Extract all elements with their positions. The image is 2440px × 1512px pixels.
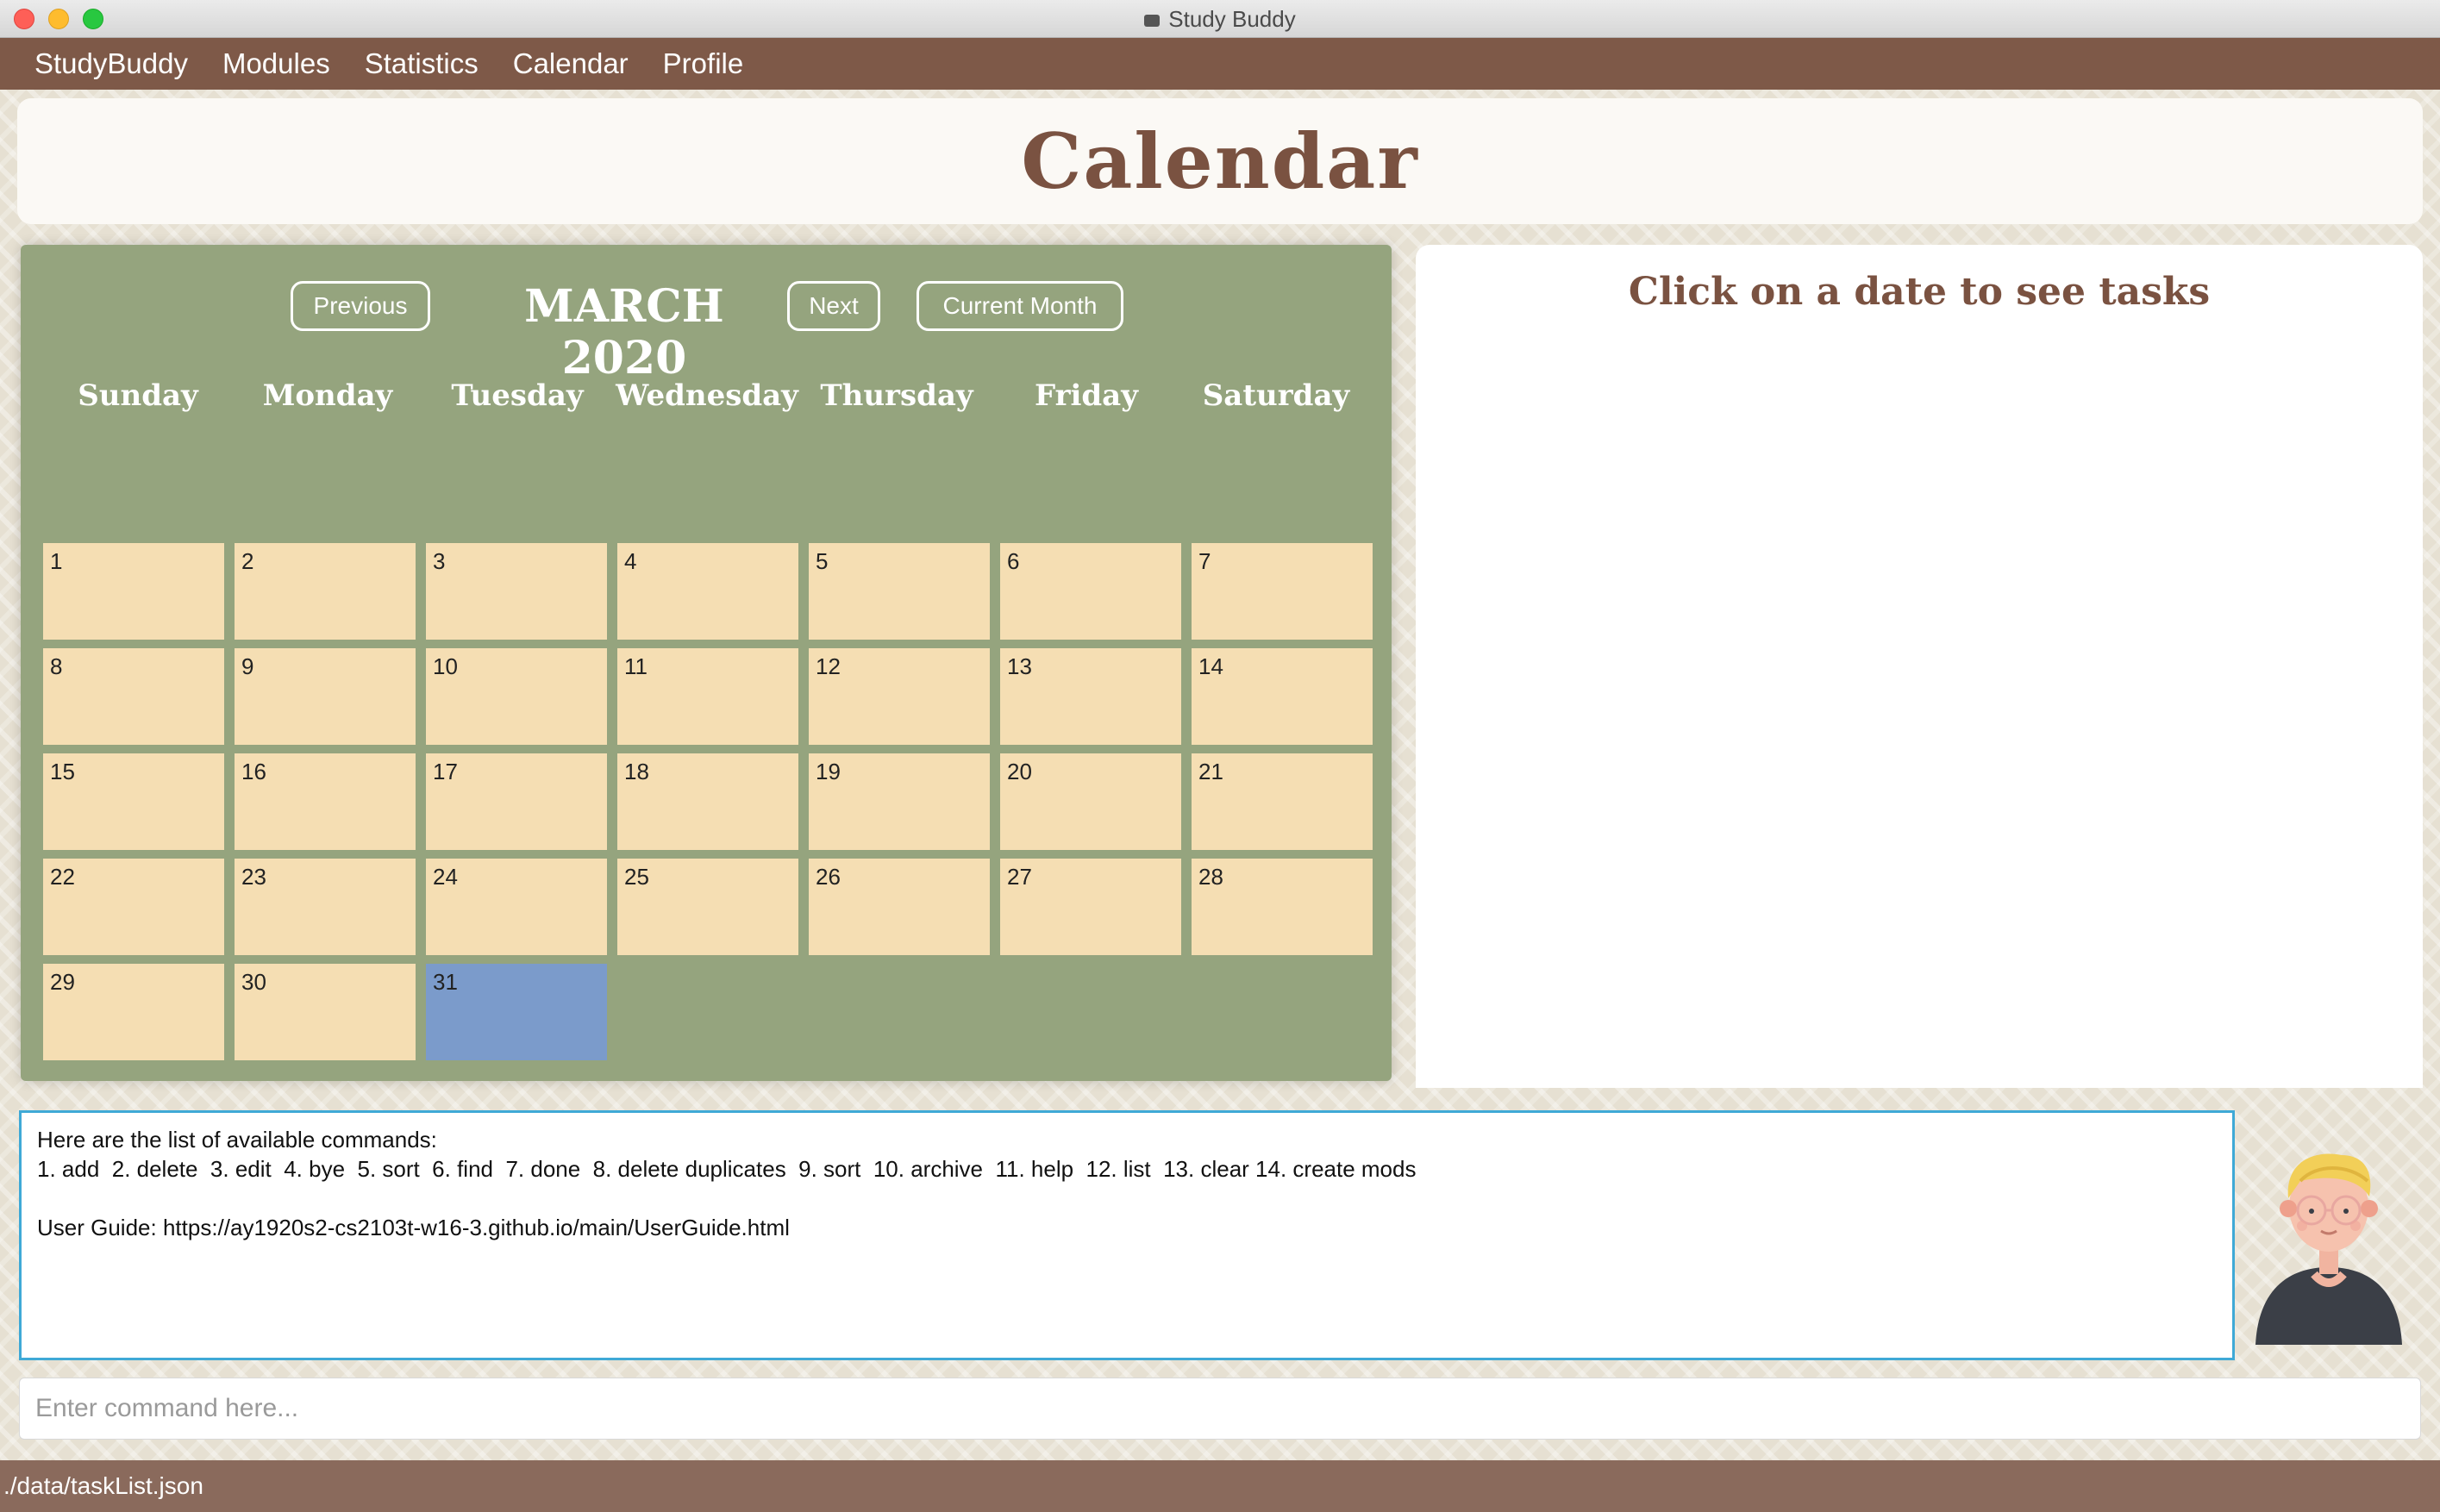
- day-cell-23[interactable]: 23: [235, 859, 416, 955]
- month-label: MARCH 2020: [524, 280, 724, 384]
- day-number: 6: [1007, 548, 1020, 574]
- day-cell-22[interactable]: 22: [43, 859, 224, 955]
- next-month-button[interactable]: Next: [787, 281, 880, 331]
- day-cell-20[interactable]: 20: [1000, 753, 1181, 850]
- day-number: 22: [50, 864, 75, 890]
- storage-path: ./data/taskList.json: [3, 1472, 203, 1499]
- day-number: 15: [50, 759, 75, 784]
- menu-calendar[interactable]: Calendar: [496, 38, 646, 90]
- day-number: 24: [433, 864, 458, 890]
- day-number: 4: [624, 548, 637, 574]
- output-line: 1. add 2. delete 3. edit 4. bye 5. sort …: [37, 1156, 1417, 1182]
- day-number: 2: [241, 548, 254, 574]
- weekday-tuesday: Tuesday: [451, 378, 584, 413]
- menu-statistics[interactable]: Statistics: [347, 38, 496, 90]
- day-number: 5: [816, 548, 829, 574]
- day-number: 23: [241, 864, 266, 890]
- day-cell-19[interactable]: 19: [809, 753, 990, 850]
- page-title: Calendar: [1021, 116, 1419, 206]
- day-number: 7: [1198, 548, 1211, 574]
- day-number: 29: [50, 969, 75, 995]
- statusbar: ./data/taskList.json: [0, 1460, 2440, 1512]
- day-cell-17[interactable]: 17: [426, 753, 607, 850]
- day-cell-29[interactable]: 29: [43, 964, 224, 1060]
- header-panel: Calendar: [17, 98, 2423, 224]
- day-cell-14[interactable]: 14: [1192, 648, 1373, 745]
- day-number: 8: [50, 653, 63, 679]
- day-cell-16[interactable]: 16: [235, 753, 416, 850]
- command-output: Here are the list of available commands:…: [19, 1110, 2235, 1360]
- day-number: 26: [816, 864, 841, 890]
- day-cell-15[interactable]: 15: [43, 753, 224, 850]
- day-number: 21: [1198, 759, 1223, 784]
- window-title: Study Buddy: [0, 0, 2440, 38]
- weekday-thursday: Thursday: [820, 378, 973, 413]
- menu-studybuddy[interactable]: StudyBuddy: [17, 38, 205, 90]
- menu-modules[interactable]: Modules: [205, 38, 347, 90]
- day-number: 1: [50, 548, 63, 574]
- window-title-text: Study Buddy: [1168, 6, 1296, 32]
- day-number: 25: [624, 864, 649, 890]
- day-number: 3: [433, 548, 446, 574]
- day-number: 13: [1007, 653, 1032, 679]
- output-line: Here are the list of available commands:: [37, 1127, 437, 1153]
- window-titlebar: Study Buddy: [0, 0, 2440, 38]
- day-cell-13[interactable]: 13: [1000, 648, 1181, 745]
- day-cell-6[interactable]: 6: [1000, 543, 1181, 640]
- day-cell-7[interactable]: 7: [1192, 543, 1373, 640]
- day-number: 17: [433, 759, 458, 784]
- day-cell-12[interactable]: 12: [809, 648, 990, 745]
- weekday-monday: Monday: [262, 378, 393, 413]
- day-number: 14: [1198, 653, 1223, 679]
- day-cell-31[interactable]: 31: [426, 964, 607, 1060]
- day-cell-3[interactable]: 3: [426, 543, 607, 640]
- previous-month-button[interactable]: Previous: [291, 281, 430, 331]
- day-number: 20: [1007, 759, 1032, 784]
- day-number: 12: [816, 653, 841, 679]
- tasks-panel: Click on a date to see tasks: [1416, 245, 2423, 1088]
- day-cell-25[interactable]: 25: [617, 859, 798, 955]
- weekday-saturday: Saturday: [1202, 378, 1350, 413]
- day-cell-24[interactable]: 24: [426, 859, 607, 955]
- avatar-illustration: [2255, 1153, 2402, 1345]
- day-number: 10: [433, 653, 458, 679]
- day-cell-1[interactable]: 1: [43, 543, 224, 640]
- day-cell-10[interactable]: 10: [426, 648, 607, 745]
- day-number: 30: [241, 969, 266, 995]
- day-cell-5[interactable]: 5: [809, 543, 990, 640]
- day-number: 19: [816, 759, 841, 784]
- day-number: 28: [1198, 864, 1223, 890]
- day-number: 16: [241, 759, 266, 784]
- day-cell-30[interactable]: 30: [235, 964, 416, 1060]
- day-cell-11[interactable]: 11: [617, 648, 798, 745]
- day-cell-2[interactable]: 2: [235, 543, 416, 640]
- command-input[interactable]: [19, 1378, 2421, 1440]
- tasks-heading: Click on a date to see tasks: [1628, 270, 2211, 314]
- app-icon: [1144, 15, 1161, 28]
- day-cell-27[interactable]: 27: [1000, 859, 1181, 955]
- day-number: 9: [241, 653, 254, 679]
- menubar: StudyBuddy Modules Statistics Calendar Profi…: [0, 38, 2440, 90]
- menu-profile[interactable]: Profile: [646, 38, 761, 90]
- day-cell-21[interactable]: 21: [1192, 753, 1373, 850]
- day-cell-9[interactable]: 9: [235, 648, 416, 745]
- day-cell-18[interactable]: 18: [617, 753, 798, 850]
- day-number: 18: [624, 759, 649, 784]
- weekday-wednesday: Wednesday: [616, 378, 798, 413]
- weekday-sunday: Sunday: [78, 378, 198, 413]
- day-number: 11: [624, 653, 648, 679]
- current-month-button[interactable]: Current Month: [917, 281, 1123, 331]
- day-cell-28[interactable]: 28: [1192, 859, 1373, 955]
- day-number: 27: [1007, 864, 1032, 890]
- day-cell-8[interactable]: 8: [43, 648, 224, 745]
- output-line: User Guide: https://ay1920s2-cs2103t-w16…: [37, 1215, 790, 1240]
- calendar-panel: Previous MARCH 2020 Next Current Month S…: [21, 245, 1392, 1081]
- day-cell-26[interactable]: 26: [809, 859, 990, 955]
- day-number: 31: [433, 969, 458, 995]
- weekday-friday: Friday: [1035, 378, 1138, 413]
- day-cell-4[interactable]: 4: [617, 543, 798, 640]
